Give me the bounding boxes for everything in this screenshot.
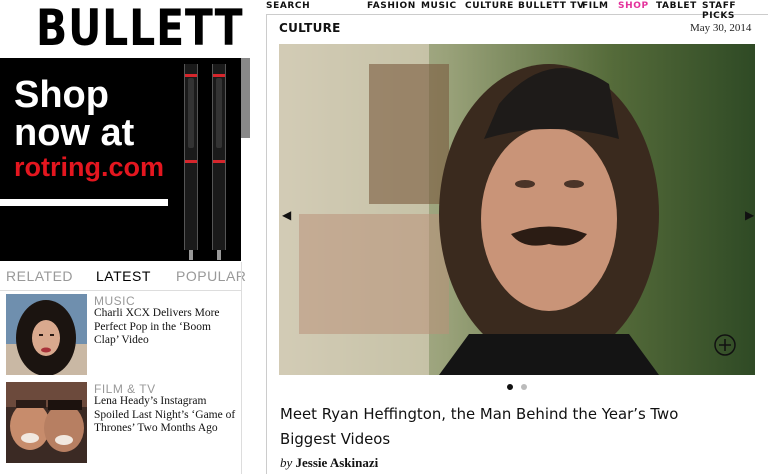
expand-plus-icon[interactable]	[715, 335, 737, 357]
carousel-prev-arrow-icon[interactable]: ◀	[282, 208, 291, 222]
nav-item-fashion[interactable]: FASHION	[367, 1, 416, 11]
ad-divider-bar	[0, 199, 168, 206]
nav-item-bullett-tv[interactable]: BULLETT TV	[518, 1, 585, 11]
tab-latest[interactable]: LATEST	[96, 268, 151, 284]
nav-item-film[interactable]: FILM	[582, 1, 609, 11]
ad-headline-line1: Shop	[14, 74, 109, 116]
article-category[interactable]: MUSIC	[94, 294, 135, 308]
article-thumbnail[interactable]	[6, 294, 87, 375]
list-item[interactable]: FILM & TV Lena Heady’s Instagram Spoiled…	[6, 382, 236, 464]
hero-image[interactable]	[279, 44, 755, 375]
article-headline[interactable]: Meet Ryan Heffington, the Man Behind the…	[280, 402, 731, 452]
top-nav: SEARCH FASHION MUSIC CULTURE BULLETT TV …	[266, 0, 768, 21]
article-category[interactable]: FILM & TV	[94, 382, 156, 396]
publish-date: May 30, 2014	[690, 22, 752, 34]
sidebar-tabs: RELATED LATEST POPULAR	[0, 262, 246, 291]
nav-item-shop[interactable]: SHOP	[618, 1, 649, 11]
nav-search[interactable]: SEARCH	[266, 1, 310, 11]
rotring-ad-banner[interactable]: Shop now at rotring.com	[0, 58, 241, 261]
section-label[interactable]: CULTURE	[279, 21, 341, 35]
article-title-link[interactable]: Lena Heady’s Instagram Spoiled Last Nigh…	[94, 395, 236, 436]
byline-prefix: by	[280, 455, 293, 470]
site-logo[interactable]: BULLETT	[36, 2, 243, 54]
tab-related[interactable]: RELATED	[6, 268, 73, 284]
list-item[interactable]: MUSIC Charli XCX Delivers More Perfect P…	[6, 294, 236, 376]
article-thumbnail[interactable]	[6, 382, 87, 463]
carousel-dot[interactable]	[507, 384, 513, 390]
carousel-dot[interactable]	[521, 384, 527, 390]
nav-item-culture[interactable]: CULTURE	[465, 1, 514, 11]
nav-item-music[interactable]: MUSIC	[421, 1, 457, 11]
ad-brand-url: rotring.com	[14, 152, 165, 182]
carousel-next-arrow-icon[interactable]: ▶	[745, 208, 754, 222]
ad-headline-line2: now at	[14, 112, 135, 154]
pen-image	[184, 64, 198, 260]
article-title-link[interactable]: Charli XCX Delivers More Perfect Pop in …	[94, 307, 236, 348]
nav-item-tablet[interactable]: TABLET	[656, 1, 697, 11]
sidebar-divider	[241, 262, 242, 474]
pen-image	[212, 64, 226, 260]
carousel-dots	[505, 384, 535, 392]
tab-popular[interactable]: POPULAR	[176, 268, 246, 284]
author-link[interactable]: Jessie Askinazi	[296, 455, 379, 470]
byline: by Jessie Askinazi	[280, 455, 378, 471]
ad-scrollbar[interactable]	[241, 58, 250, 138]
